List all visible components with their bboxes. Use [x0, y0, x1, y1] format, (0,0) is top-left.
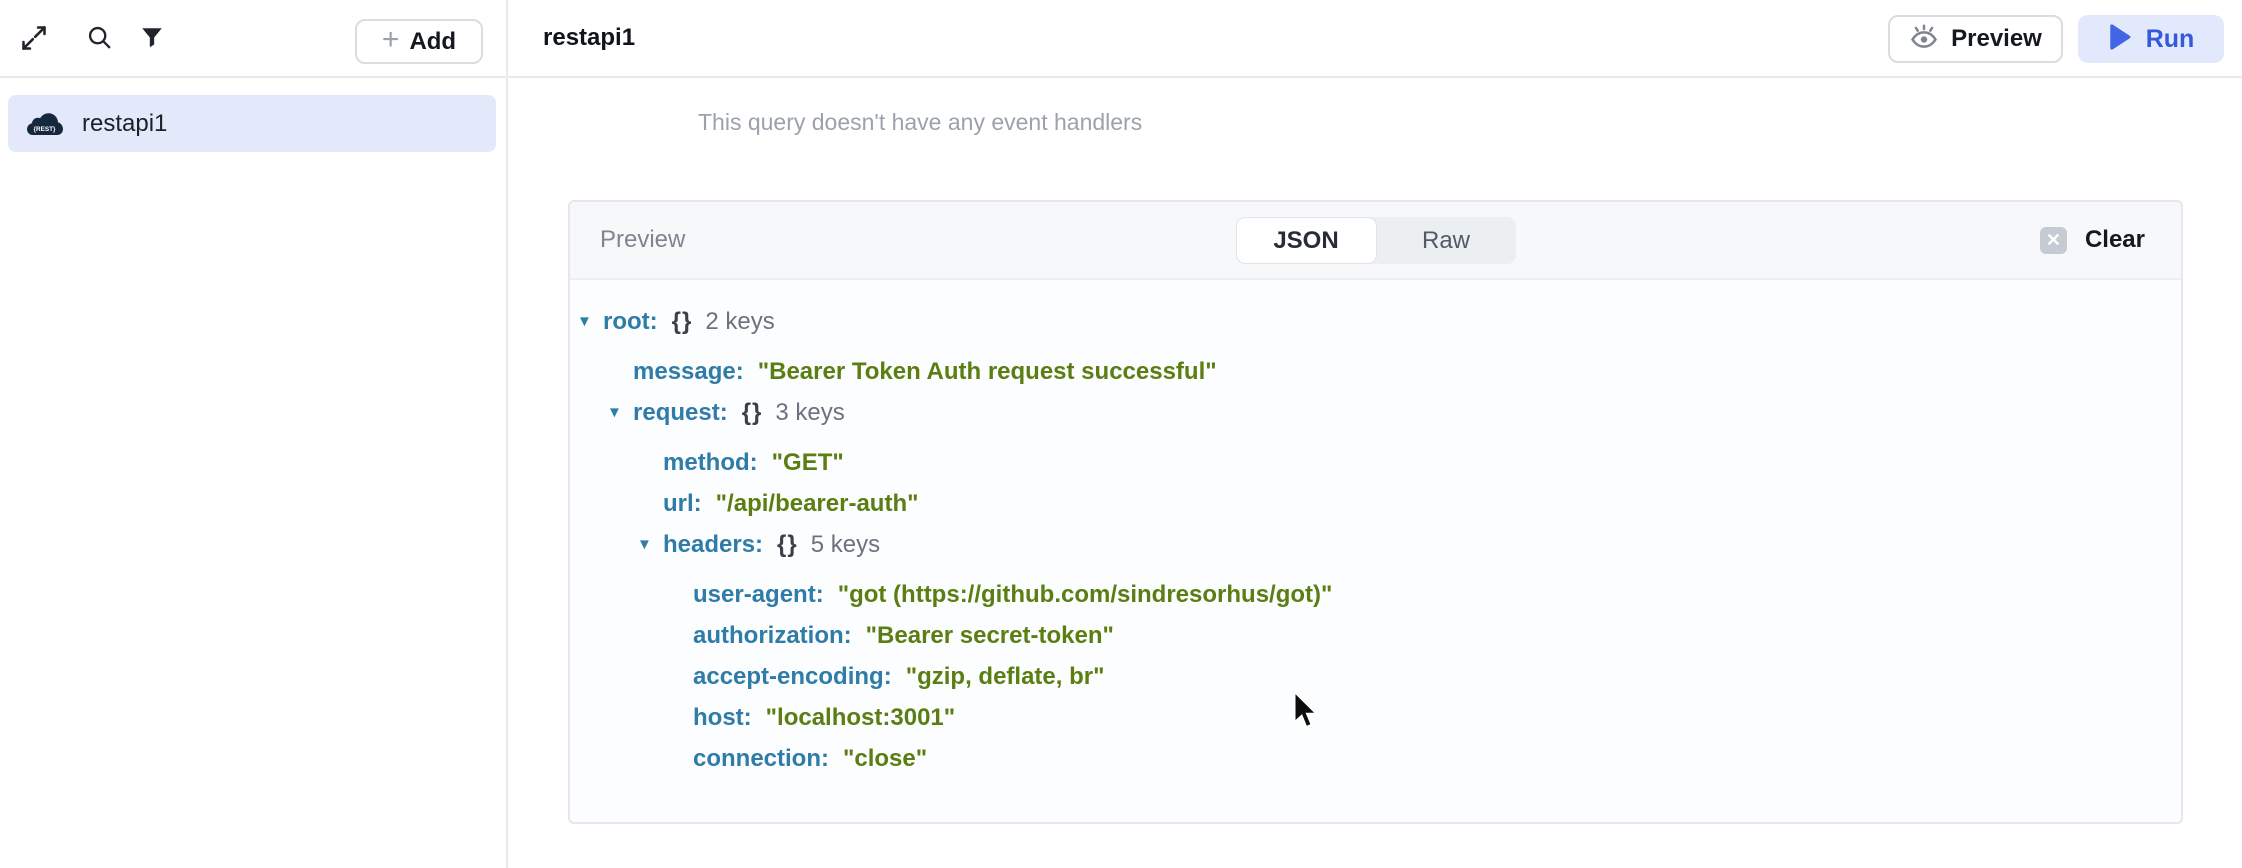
json-tree-row: host: "localhost:3001" [570, 697, 2181, 738]
json-tree: ▼root:{}2 keysmessage:"Bearer Token Auth… [570, 280, 2181, 779]
json-object-braces: {} [777, 531, 798, 559]
plus-icon: + [382, 25, 400, 55]
main-header-divider [507, 76, 2242, 78]
add-button-label: Add [409, 28, 456, 56]
json-tree-row: ▼root: {} 2 keys [570, 301, 2181, 342]
json-key: host: [693, 704, 752, 732]
json-key: message: [633, 358, 744, 386]
svg-text:{REST}: {REST} [33, 126, 56, 133]
preview-button[interactable]: Preview [1888, 15, 2063, 63]
json-key: authorization: [693, 622, 852, 650]
json-object-braces: {} [742, 399, 763, 427]
json-value: "Bearer Token Auth request successful" [758, 358, 1217, 386]
clear-button-label: Clear [2085, 226, 2145, 254]
json-value: "got (https://github.com/sindresorhus/go… [838, 581, 1333, 609]
json-tree-row: accept-encoding: "gzip, deflate, br" [570, 656, 2181, 697]
json-tree-row: method: "GET" [570, 442, 2181, 483]
play-icon [2108, 24, 2132, 55]
format-toggle: JSON Raw [1236, 217, 1516, 264]
json-key: connection: [693, 745, 829, 773]
response-preview-panel: Preview JSON Raw ✕ Clear ▼root:{}2 keysm… [568, 200, 2183, 824]
json-tree-row: ▼headers: {} 5 keys [570, 524, 2181, 565]
no-event-handlers-text: This query doesn't have any event handle… [698, 109, 1142, 136]
json-key: request: [633, 399, 728, 427]
json-children-group: user-agent: "got (https://github.com/sind… [570, 574, 2181, 779]
sidebar-vertical-divider [506, 0, 508, 868]
json-key: headers: [663, 531, 763, 559]
json-value: "/api/bearer-auth" [716, 490, 919, 518]
add-query-button[interactable]: + Add [355, 19, 483, 64]
json-tree-row: user-agent: "got (https://github.com/sind… [570, 574, 2181, 615]
sidebar-item-label: restapi1 [82, 110, 167, 138]
json-tree-row: connection: "close" [570, 738, 2181, 779]
json-key: url: [663, 490, 702, 518]
query-title: restapi1 [543, 0, 635, 76]
json-value: "GET" [772, 449, 844, 477]
preview-button-label: Preview [1951, 25, 2042, 53]
json-key: user-agent: [693, 581, 824, 609]
json-children-group: method: "GET" url: "/api/bearer-auth" ▼heade… [570, 442, 2181, 779]
json-tree-row: message: "Bearer Token Auth request succe… [570, 351, 2181, 392]
json-value: "localhost:3001" [766, 704, 956, 732]
collapse-triangle-icon[interactable]: ▼ [607, 404, 633, 421]
preview-panel-title: Preview [600, 202, 685, 278]
json-key: root: [603, 308, 658, 336]
json-value: "Bearer secret-token" [866, 622, 1114, 650]
sidebar-header-divider [0, 76, 506, 78]
json-object-braces: {} [672, 308, 693, 336]
tab-json[interactable]: JSON [1236, 217, 1377, 264]
expand-collapse-icon[interactable] [18, 22, 50, 54]
rest-api-cloud-icon: {REST} [25, 110, 65, 138]
tab-raw[interactable]: Raw [1377, 217, 1516, 264]
json-key: accept-encoding: [693, 663, 892, 691]
json-tree-row: authorization: "Bearer secret-token" [570, 615, 2181, 656]
json-key-count: 5 keys [811, 531, 880, 559]
search-icon[interactable] [84, 22, 116, 54]
json-tree-row: ▼request: {} 3 keys [570, 392, 2181, 433]
json-value: "gzip, deflate, br" [906, 663, 1105, 691]
json-key-count: 3 keys [775, 399, 844, 427]
json-value: "close" [843, 745, 927, 773]
clear-button[interactable]: ✕ Clear [2040, 202, 2145, 278]
run-button[interactable]: Run [2078, 15, 2224, 63]
collapse-triangle-icon[interactable]: ▼ [637, 536, 663, 553]
filter-icon[interactable] [136, 22, 168, 54]
sidebar-item-restapi1[interactable]: {REST} restapi1 [8, 95, 496, 152]
run-button-label: Run [2146, 25, 2195, 54]
json-children-group: message: "Bearer Token Auth request succe… [570, 351, 2181, 779]
preview-panel-header: Preview JSON Raw ✕ Clear [570, 202, 2181, 280]
collapse-triangle-icon[interactable]: ▼ [577, 313, 603, 330]
eye-icon [1909, 22, 1939, 57]
json-key: method: [663, 449, 758, 477]
json-tree-row: url: "/api/bearer-auth" [570, 483, 2181, 524]
x-square-icon: ✕ [2040, 227, 2067, 254]
json-key-count: 2 keys [705, 308, 774, 336]
